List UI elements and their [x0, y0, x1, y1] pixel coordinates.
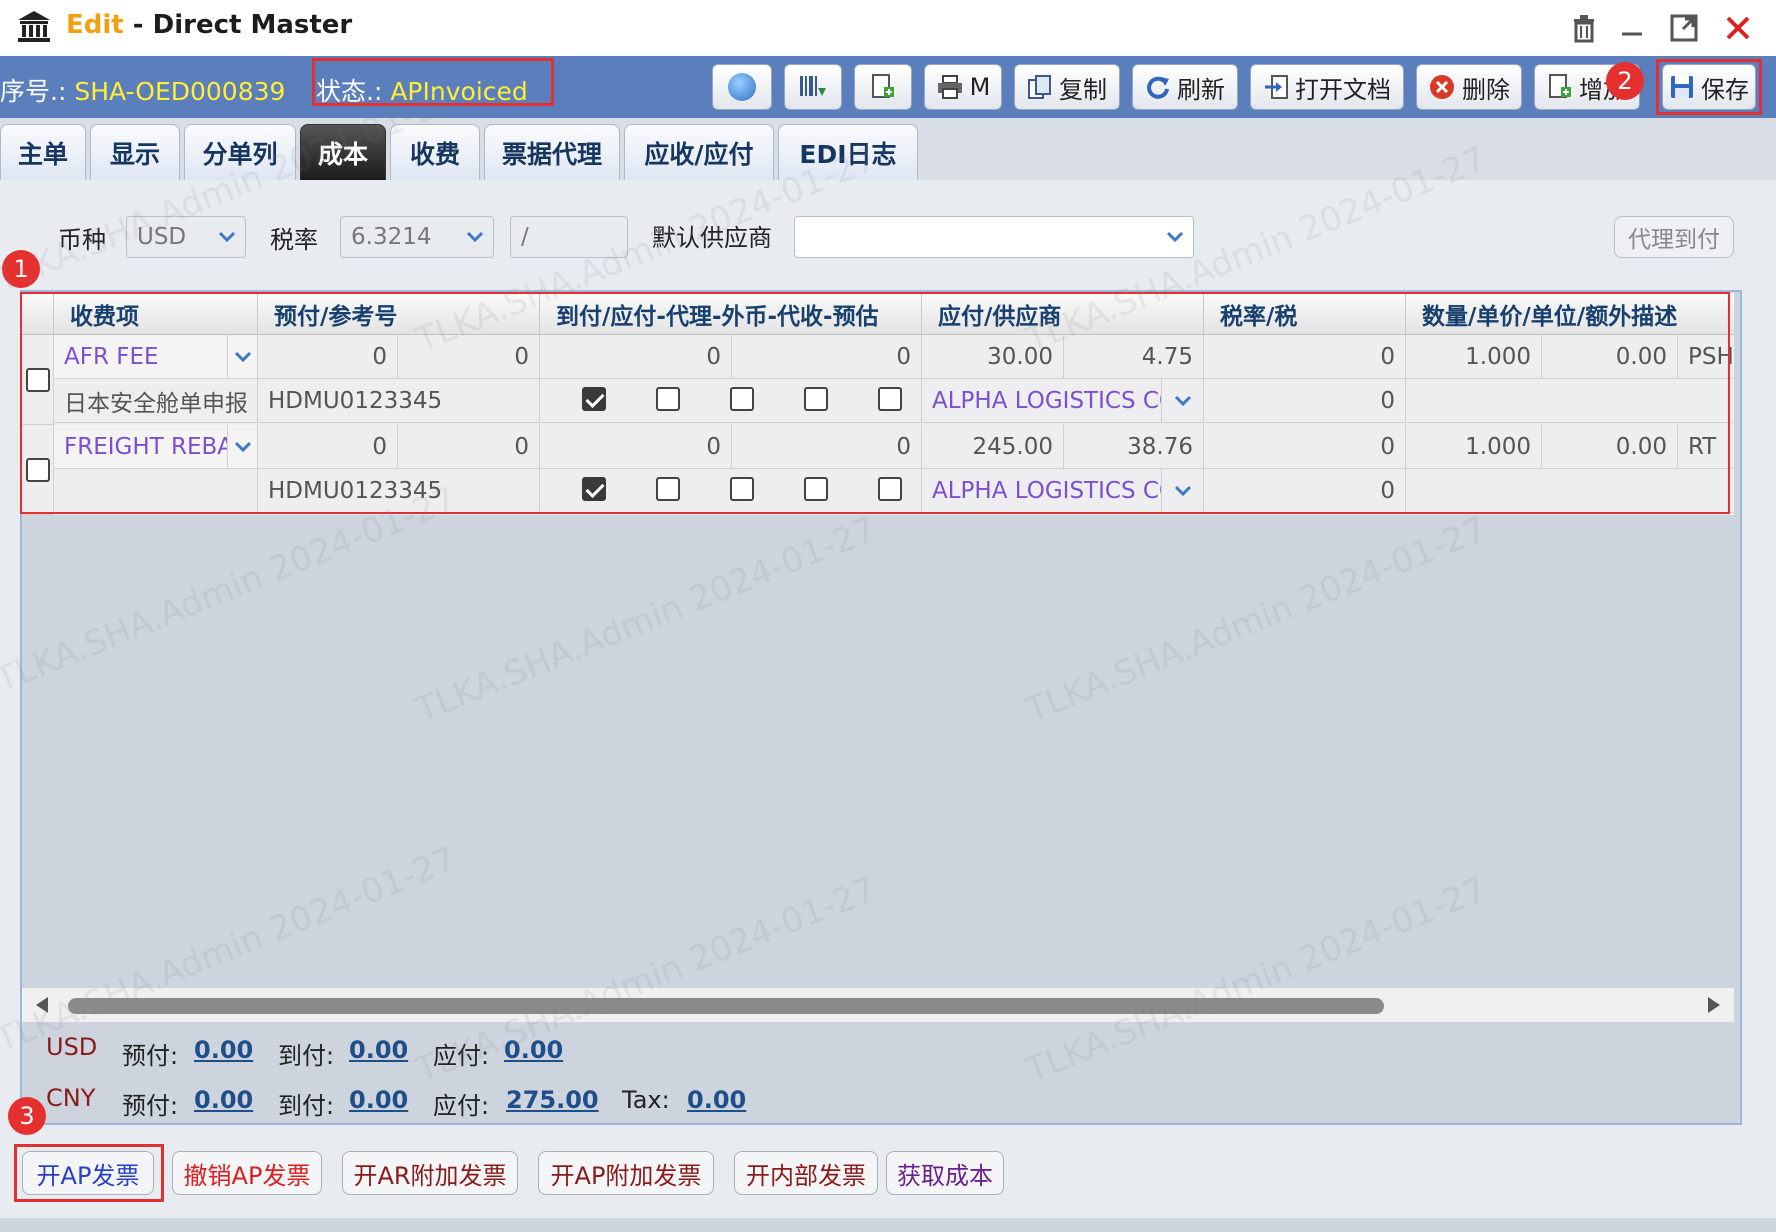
cny-tax-value[interactable]: 0.00 — [687, 1086, 746, 1114]
copy-label: 复制 — [1059, 75, 1107, 104]
status-value: APInvoiced — [390, 77, 528, 106]
maximize-icon[interactable] — [1664, 8, 1704, 48]
tab-charges[interactable]: 收费 — [390, 124, 480, 180]
window-title-edit: Edit — [66, 10, 124, 40]
barcode-button[interactable] — [784, 64, 842, 110]
tab-bar: 主单 显示 分单列 成本 收费 票据代理 应收/应付 EDI日志 — [0, 118, 1776, 180]
get-cost-button[interactable]: 获取成本 — [886, 1151, 1004, 1195]
cny-collect-label: 到付: — [278, 1092, 335, 1120]
open-document-label: 打开文档 — [1295, 75, 1391, 104]
status-label: 状态.: — [316, 77, 383, 106]
cancel-ap-invoice-button[interactable]: 撤销AP发票 — [172, 1151, 322, 1195]
cny-tax-label: Tax: — [622, 1086, 670, 1114]
document-add-icon — [872, 74, 894, 98]
usd-collect-value[interactable]: 0.00 — [349, 1036, 408, 1064]
chevron-down-icon — [1166, 231, 1184, 243]
open-ap-extra-invoice-button[interactable]: 开AP附加发票 — [538, 1151, 714, 1195]
tax-extra-value: / — [521, 224, 529, 250]
title-bar: Edit - Direct Master — [0, 0, 1776, 56]
annotation-badge-2: 2 — [1606, 62, 1644, 100]
floppy-disk-icon — [1671, 76, 1693, 98]
print-m-label: M — [969, 73, 991, 101]
delete-label: 删除 — [1462, 75, 1510, 104]
delete-button[interactable]: 删除 — [1416, 64, 1522, 110]
copy-icon — [1028, 75, 1051, 99]
tax-extra-field[interactable]: / — [510, 216, 628, 258]
printer-icon — [937, 75, 962, 99]
print-m-button[interactable]: M — [924, 64, 1002, 110]
window-title-text: Direct Master — [152, 10, 353, 40]
refresh-label: 刷新 — [1177, 75, 1225, 104]
tax-rate-label: 税率 — [270, 226, 318, 254]
tab-main[interactable]: 主单 — [0, 124, 86, 180]
usd-prepaid-value[interactable]: 0.00 — [194, 1036, 253, 1064]
copy-button[interactable]: 复制 — [1014, 64, 1120, 110]
horizontal-scrollbar[interactable] — [22, 988, 1734, 1022]
cny-prepaid-value[interactable]: 0.00 — [194, 1086, 253, 1114]
currency-value: USD — [137, 224, 187, 250]
cny-prepaid-label: 预付: — [122, 1092, 179, 1120]
usd-collect-label: 到付: — [278, 1042, 335, 1070]
save-button[interactable]: 保存 — [1662, 64, 1756, 110]
new-document-button[interactable] — [854, 64, 912, 110]
bank-building-icon — [18, 11, 50, 42]
delete-icon — [1430, 75, 1454, 99]
scrollbar-thumb[interactable] — [68, 998, 1384, 1014]
agent-collect-button[interactable]: 代理到付 — [1614, 216, 1734, 258]
currency-select[interactable]: USD — [126, 216, 246, 258]
tab-ar-ap[interactable]: 应收/应付 — [624, 124, 774, 180]
save-label: 保存 — [1701, 75, 1749, 104]
annotation-badge-3: 3 — [8, 1097, 46, 1135]
refresh-button[interactable]: 刷新 — [1132, 64, 1238, 110]
tax-rate-value: 6.3214 — [351, 224, 432, 250]
open-document-button[interactable]: 打开文档 — [1250, 64, 1404, 110]
usd-prepaid-label: 预付: — [122, 1042, 179, 1070]
globe-button[interactable] — [712, 64, 772, 110]
currency-label: 币种 — [58, 226, 106, 254]
tax-rate-select[interactable]: 6.3214 — [340, 216, 494, 258]
default-vendor-select[interactable] — [794, 216, 1194, 258]
minimize-icon[interactable] — [1612, 8, 1652, 48]
chevron-down-icon — [218, 231, 236, 243]
tab-bill-agent[interactable]: 票据代理 — [484, 124, 620, 180]
refresh-icon — [1147, 76, 1169, 99]
barcode-icon — [800, 76, 826, 96]
grid-highlight-box — [20, 292, 1730, 514]
open-ar-extra-invoice-button[interactable]: 开AR附加发票 — [342, 1151, 518, 1195]
cny-payable-value[interactable]: 275.00 — [506, 1086, 599, 1114]
tab-edi-log[interactable]: EDI日志 — [778, 124, 918, 180]
cny-currency-label: CNY — [46, 1084, 96, 1112]
serial-label: 序号.: — [0, 77, 67, 106]
header-bar: 序号.: SHA-OED000839 状态.: APInvoiced M 复制 … — [0, 56, 1776, 118]
serial-value: SHA-OED000839 — [74, 77, 286, 106]
usd-payable-label: 应付: — [433, 1042, 490, 1070]
close-icon[interactable] — [1718, 8, 1758, 48]
document-add-icon — [1549, 74, 1571, 98]
cny-collect-value[interactable]: 0.00 — [349, 1086, 408, 1114]
window-bottom-border — [0, 1218, 1776, 1232]
usd-currency-label: USD — [46, 1033, 98, 1061]
globe-icon — [728, 73, 756, 101]
usd-payable-value[interactable]: 0.00 — [504, 1036, 563, 1064]
chevron-down-icon — [466, 231, 484, 243]
scroll-right-arrow-icon[interactable] — [1706, 996, 1722, 1014]
window-title: Edit - Direct Master — [66, 10, 353, 40]
serial-number: 序号.: SHA-OED000839 — [0, 72, 285, 108]
cny-payable-label: 应付: — [433, 1092, 490, 1120]
open-internal-invoice-button[interactable]: 开内部发票 — [734, 1151, 878, 1195]
direct-master-window: Edit - Direct Master 序号.: SHA-OED000839 … — [0, 0, 1776, 1232]
open-ap-invoice-button[interactable]: 开AP发票 — [22, 1151, 154, 1195]
tab-display[interactable]: 显示 — [90, 124, 180, 180]
annotation-badge-1: 1 — [2, 250, 40, 288]
trash-icon[interactable] — [1564, 8, 1604, 48]
open-document-icon — [1265, 75, 1288, 99]
tab-house-list[interactable]: 分单列 — [184, 124, 296, 180]
default-vendor-label: 默认供应商 — [652, 224, 772, 252]
scroll-left-arrow-icon[interactable] — [34, 996, 50, 1014]
tab-cost[interactable]: 成本 — [300, 124, 386, 180]
status: 状态.: APInvoiced — [316, 72, 528, 108]
